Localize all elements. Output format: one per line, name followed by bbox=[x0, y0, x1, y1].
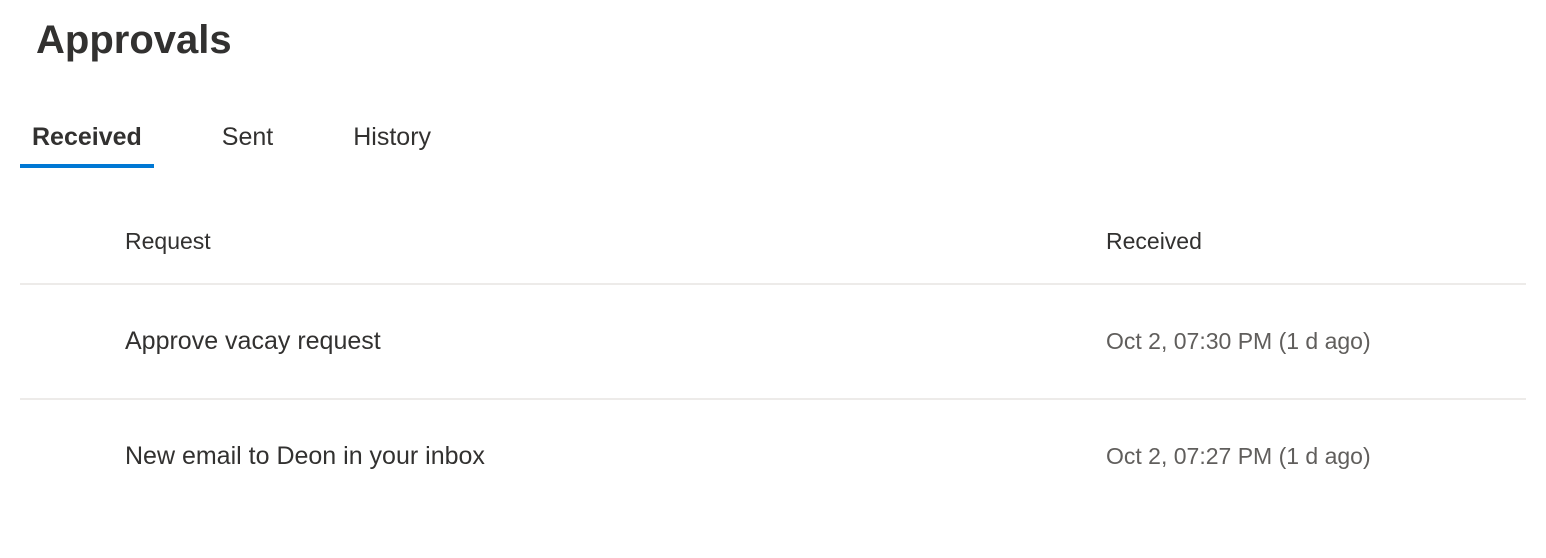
page-title: Approvals bbox=[0, 0, 1546, 63]
row-received-text: Oct 2, 07:27 PM (1 d ago) bbox=[1106, 443, 1526, 470]
row-request-text: Approve vacay request bbox=[125, 327, 1106, 356]
table-header: Request Received bbox=[20, 228, 1526, 285]
row-received-text: Oct 2, 07:30 PM (1 d ago) bbox=[1106, 328, 1526, 355]
header-request[interactable]: Request bbox=[125, 228, 1106, 255]
tab-history[interactable]: History bbox=[341, 123, 443, 168]
tab-sent[interactable]: Sent bbox=[210, 123, 285, 168]
table-row[interactable]: New email to Deon in your inbox Oct 2, 0… bbox=[20, 400, 1526, 513]
approvals-table: Request Received Approve vacay request O… bbox=[0, 228, 1546, 513]
tab-received[interactable]: Received bbox=[20, 123, 154, 168]
header-spacer bbox=[20, 228, 125, 255]
tabs-container: Received Sent History bbox=[0, 63, 1546, 168]
row-request-text: New email to Deon in your inbox bbox=[125, 442, 1106, 471]
table-row[interactable]: Approve vacay request Oct 2, 07:30 PM (1… bbox=[20, 285, 1526, 400]
header-received[interactable]: Received bbox=[1106, 228, 1526, 255]
